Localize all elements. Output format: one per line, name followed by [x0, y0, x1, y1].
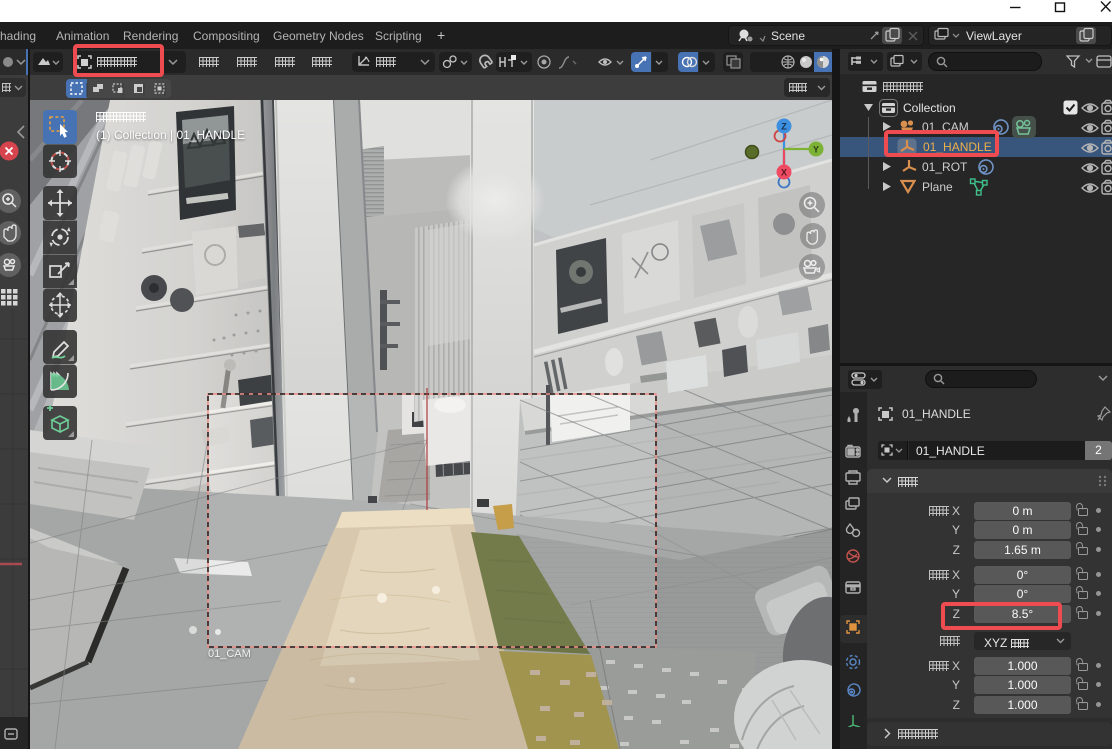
svg-text:X: X	[781, 168, 787, 178]
svg-text:Z: Z	[781, 122, 787, 132]
svg-text:Y: Y	[813, 145, 819, 155]
